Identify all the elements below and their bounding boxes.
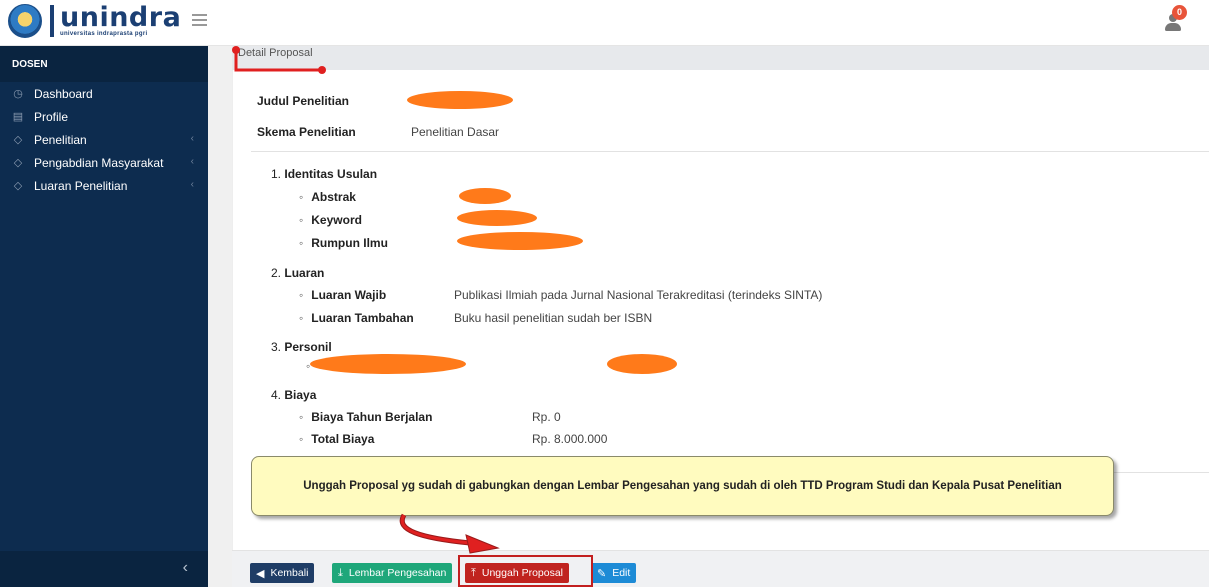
chevron-left-icon: ‹ (190, 133, 194, 144)
section-number: 3. (271, 340, 282, 354)
back-button-label: Kembali (270, 567, 309, 579)
section-luaran: 2. Luaran (271, 266, 324, 280)
dashboard-icon: ◷ (13, 87, 23, 100)
sidebar-item-penelitian[interactable]: ◇ Penelitian ‹ (0, 128, 208, 151)
back-button[interactable]: ◀ Kembali (250, 563, 315, 583)
sidebar-heading: DOSEN (0, 46, 208, 82)
instruction-note: Unggah Proposal yg sudah di gabungkan de… (251, 456, 1114, 516)
luaran-tambahan-label: Luaran Tambahan (299, 311, 413, 325)
redacted-personil-role (607, 354, 677, 374)
gutter (208, 46, 232, 587)
redacted-keyword (457, 210, 537, 226)
breadcrumb: Detail Proposal (232, 46, 1209, 70)
section-identitas: 1. Identitas Usulan (271, 167, 377, 181)
luaran-tambahan-value: Buku hasil penelitian sudah ber ISBN (454, 311, 653, 325)
top-bar: unindra universitas indraprasta pgri 0 (0, 0, 1209, 46)
sidebar: DOSEN ◷ Dashboard ▤ Profile ◇ Penelitian… (0, 46, 208, 587)
divider (251, 151, 1209, 152)
tag-icon: ◇ (13, 179, 23, 192)
download-icon: ⤓ (338, 566, 343, 579)
redacted-abstrak (459, 188, 511, 204)
tag-icon: ◇ (13, 156, 23, 169)
breadcrumb-title: Detail Proposal (238, 47, 313, 59)
bullet: ◦ (306, 359, 311, 373)
sidebar-item-label: Penelitian (34, 132, 87, 147)
keyword-label: Keyword (299, 213, 362, 227)
sidebar-item-label: Luaran Penelitian (34, 178, 128, 193)
logo[interactable]: unindra universitas indraprasta pgri (8, 4, 181, 38)
skema-value: Penelitian Dasar (411, 125, 500, 139)
section-personil: 3. Personil (271, 340, 332, 354)
sidebar-item-luaran[interactable]: ◇ Luaran Penelitian ‹ (0, 174, 208, 197)
lembar-pengesahan-button[interactable]: ⤓ Lembar Pengesahan (332, 563, 453, 583)
sidebar-collapse[interactable]: ‹ (0, 551, 208, 587)
section-number: 2. (271, 266, 282, 280)
luaran-wajib-label: Luaran Wajib (299, 288, 386, 302)
tag-icon: ◇ (13, 133, 23, 146)
chevron-left-icon: ‹ (190, 179, 194, 190)
abstrak-label: Abstrak (299, 190, 356, 204)
redacted-personil-name (310, 354, 466, 374)
section-title: Biaya (284, 388, 317, 402)
lembar-button-label: Lembar Pengesahan (348, 567, 447, 579)
sidebar-item-profile[interactable]: ▤ Profile (0, 105, 208, 128)
redacted-rumpun (457, 232, 583, 250)
sidebar-item-label: Profile (34, 109, 69, 124)
skema-label: Skema Penelitian (257, 125, 356, 139)
sidebar-item-label: Pengabdian Masyarakat (34, 155, 164, 170)
total-biaya-label: Total Biaya (299, 432, 374, 446)
biaya-tahun-label: Biaya Tahun Berjalan (299, 410, 432, 424)
action-bar: ◀ Kembali ⤓ Lembar Pengesahan ⤒ Unggah P… (232, 550, 1209, 587)
section-title: Identitas Usulan (284, 167, 378, 181)
chevron-left-icon: ‹ (190, 156, 194, 167)
sidebar-item-pengabdian[interactable]: ◇ Pengabdian Masyarakat ‹ (0, 151, 208, 174)
highlight-frame (458, 555, 593, 587)
redacted-title (407, 91, 513, 109)
arrow-left-icon: ◀ (256, 567, 265, 580)
edit-button[interactable]: ✎ Edit (591, 563, 637, 583)
luaran-wajib-value: Publikasi Ilmiah pada Jurnal Nasional Te… (454, 288, 823, 302)
section-biaya: 4. Biaya (271, 388, 316, 402)
section-number: 1. (271, 167, 282, 181)
rumpun-label: Rumpun Ilmu (299, 236, 388, 250)
judul-label: Judul Penelitian (257, 94, 350, 108)
notification-badge[interactable]: 0 (1172, 5, 1187, 20)
total-biaya-value: Rp. 8.000.000 (532, 432, 608, 446)
pencil-icon: ✎ (597, 567, 607, 580)
section-number: 4. (271, 388, 282, 402)
edit-button-label: Edit (612, 567, 631, 579)
biaya-tahun-value: Rp. 0 (532, 410, 561, 424)
chevron-left-icon[interactable]: ‹ (183, 559, 188, 577)
menu-toggle-icon[interactable] (192, 14, 207, 26)
sidebar-item-label: Dashboard (34, 86, 93, 101)
section-title: Personil (284, 340, 332, 354)
university-seal-icon (8, 4, 42, 38)
section-title: Luaran (284, 266, 325, 280)
logo-text: unindra universitas indraprasta pgri (60, 2, 182, 37)
sidebar-item-dashboard[interactable]: ◷ Dashboard (0, 82, 208, 105)
logo-name: unindra (60, 2, 182, 33)
logo-divider (50, 5, 54, 37)
profile-icon: ▤ (12, 110, 24, 123)
logo-subtitle: universitas indraprasta pgri (60, 31, 148, 37)
